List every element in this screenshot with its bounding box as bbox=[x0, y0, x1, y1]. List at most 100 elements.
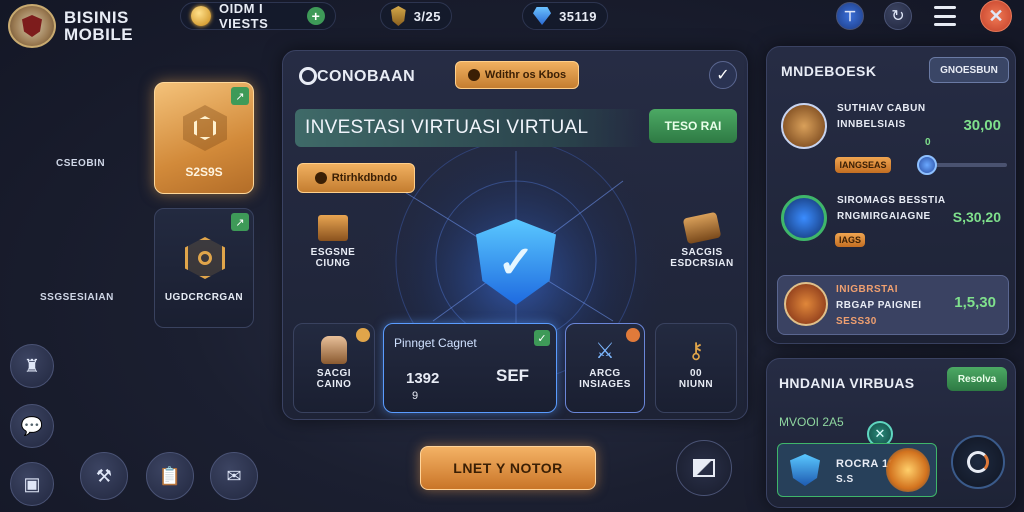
gear-shield-icon bbox=[185, 237, 225, 279]
bottom-right-sub-label: MVOOI 2A5 bbox=[779, 415, 844, 429]
water-drop-icon bbox=[781, 195, 827, 241]
right-item-3-value: 1,5,30 bbox=[954, 294, 996, 311]
coin-badge-icon bbox=[356, 328, 370, 342]
right-item-1-line1: SUTHIAV CABUN bbox=[837, 103, 926, 114]
gem-counter[interactable]: 35119 bbox=[522, 2, 608, 30]
coin-counter[interactable]: OIDM I VIESTS + bbox=[180, 1, 336, 31]
castle-button[interactable]: ♜ bbox=[10, 344, 54, 388]
brand-title-line1: BISINIS bbox=[64, 8, 129, 27]
bottom-right-button[interactable]: Resolva bbox=[947, 367, 1007, 391]
power-dial-icon bbox=[967, 451, 989, 473]
left-item-line1: ESGSNE bbox=[310, 247, 356, 258]
right-item-3-line2: RBGAP PAIGNEI bbox=[836, 300, 922, 311]
inventory-card-3-line2: INSIAGES bbox=[579, 379, 631, 390]
coin-counter-label: OIDM I VIESTS bbox=[219, 1, 269, 31]
shield-emblem-icon bbox=[8, 4, 56, 48]
left-card-dark[interactable]: ↗ UGDCRCRGAN bbox=[154, 208, 254, 328]
inventory-card-4[interactable]: ⚷ 00 NIUNN bbox=[655, 323, 737, 413]
close-button[interactable]: ✕ bbox=[980, 0, 1012, 32]
clipboard-button[interactable]: 📋 bbox=[146, 452, 194, 500]
key-icon: ⚷ bbox=[687, 338, 705, 363]
blue-shield-icon bbox=[790, 454, 820, 486]
right-panel: MNDEBOESK GNOESBUN SUTHIAV CABUN INNBELS… bbox=[766, 46, 1016, 344]
inventory-card-2[interactable]: ✓ Pinnget Cagnet 1392 9 SEF bbox=[383, 323, 557, 413]
right-item-3[interactable]: INIGBRSTAI RBGAP PAIGNEI SESS30 1,5,30 bbox=[777, 275, 1009, 335]
expand-icon[interactable]: ↗ bbox=[231, 213, 249, 231]
chest-icon bbox=[781, 103, 827, 149]
right-item-line1: SACGIS bbox=[681, 247, 723, 258]
sub-tag-label: Rtirhkdbndo bbox=[331, 172, 398, 184]
right-item-2-value: S,30,20 bbox=[952, 209, 1001, 225]
shield-icon bbox=[391, 6, 406, 26]
character-icon bbox=[321, 336, 347, 364]
right-item-1-tag: IANGSEAS bbox=[835, 157, 891, 173]
bottom-right-card[interactable]: ROCRA 1S,20 S.S bbox=[777, 443, 937, 497]
chat-button[interactable]: 💬 bbox=[10, 404, 54, 448]
right-item-1-extra: 0 bbox=[925, 137, 932, 148]
map-button[interactable]: ✉ bbox=[210, 452, 258, 500]
left-card-dark-value: UGDCRCRGAN bbox=[164, 292, 244, 303]
power-button[interactable]: ⊤ bbox=[836, 2, 864, 30]
inventory-card-2-value1: 1392 bbox=[406, 370, 440, 387]
inventory-card-3[interactable]: ⚔ ARCG INSIAGES bbox=[565, 323, 645, 413]
inventory-card-1-line2: CAINO bbox=[316, 379, 352, 390]
shield-badge-icon bbox=[183, 105, 227, 151]
clipboard-icon: 📋 bbox=[158, 466, 182, 486]
main-panel-tag[interactable]: Wdithr os Kbos bbox=[455, 61, 579, 89]
treasure-icon bbox=[784, 282, 828, 326]
tools-button[interactable]: ⚒ bbox=[80, 452, 128, 500]
inventory-card-4-line2: NIUNN bbox=[678, 379, 714, 390]
inventory-card-3-line1: ARCG bbox=[589, 368, 621, 379]
inventory-card-4-line1: 00 bbox=[689, 368, 703, 379]
right-panel-button[interactable]: GNOESBUN bbox=[929, 57, 1009, 83]
right-item-1-value: 30,00 bbox=[963, 117, 1001, 134]
header-button[interactable]: TESO RAI bbox=[649, 109, 737, 143]
panel-logo-icon bbox=[299, 67, 317, 85]
right-panel-title: MNDEBOESK bbox=[781, 63, 877, 79]
add-plus-icon[interactable]: + bbox=[307, 7, 325, 25]
wallet-icon: ▣ bbox=[23, 474, 41, 494]
header-banner: INVESTASI VIRTUASI VIRTUAL bbox=[295, 109, 643, 147]
main-panel-title: CONOBAAN bbox=[317, 68, 416, 85]
scroll-map-icon bbox=[682, 211, 722, 245]
right-item-3-line1: INIGBRSTAI bbox=[836, 284, 899, 295]
tools-icon: ⚒ bbox=[95, 466, 113, 486]
menu-icon[interactable] bbox=[934, 6, 956, 26]
right-item[interactable]: SACGIS ESDCRSIAN bbox=[667, 211, 737, 269]
castle-icon: ♜ bbox=[23, 356, 41, 376]
expand-icon[interactable]: ↗ bbox=[231, 87, 249, 105]
bottom-right-title: HNDANIA VIRBUAS bbox=[779, 375, 915, 391]
slider-knob-icon[interactable] bbox=[917, 155, 937, 175]
inventory-card-1-line1: SACGI bbox=[316, 368, 352, 379]
sub-tag[interactable]: Rtirhkdbndo bbox=[297, 163, 415, 193]
chat-icon: 💬 bbox=[20, 416, 44, 436]
coin-badge-icon bbox=[626, 328, 640, 342]
gem-icon bbox=[533, 7, 552, 25]
gem-counter-value: 35119 bbox=[559, 8, 597, 24]
inventory-card-2-value2: SEF bbox=[496, 366, 530, 385]
power-dial-button[interactable] bbox=[951, 435, 1005, 489]
inventory-card-2-title: Pinnget Cagnet bbox=[394, 336, 477, 350]
left-label-1: CSEOBIN bbox=[56, 158, 106, 169]
primary-action-button[interactable]: LNET Y NOTOR bbox=[420, 446, 596, 490]
header-banner-text: INVESTASI VIRTUASI VIRTUAL bbox=[305, 117, 589, 138]
wallet-button[interactable]: ▣ bbox=[10, 462, 54, 506]
right-item-2-line2: RNGMIRGAIAGNE bbox=[837, 211, 931, 222]
left-item-line2: CIUNG bbox=[315, 258, 351, 269]
shield-counter[interactable]: 3/25 bbox=[380, 2, 452, 30]
inventory-card-2-sub: 9 bbox=[412, 390, 419, 402]
right-item-2[interactable]: SIROMAGS BESSTIA RNGMIRGAIAGNE S,30,20 I… bbox=[777, 187, 1009, 267]
left-card-gold[interactable]: ↗ S2S9S bbox=[154, 82, 254, 194]
check-settings-icon[interactable]: ✓ bbox=[709, 61, 737, 89]
inventory-card-1[interactable]: SACGI CAINO bbox=[293, 323, 375, 413]
progress-slider[interactable] bbox=[927, 163, 1007, 167]
left-item[interactable]: ESGSNE CIUNG bbox=[303, 215, 363, 269]
left-card-gold-value: S2S9S bbox=[185, 165, 223, 179]
info-dot-icon bbox=[314, 172, 327, 184]
right-item-3-tag: SESS30 bbox=[836, 316, 877, 327]
refresh-button[interactable]: ↻ bbox=[884, 2, 912, 30]
right-item-1[interactable]: SUTHIAV CABUN INNBELSIAIS 30,00 0 IANGSE… bbox=[777, 99, 1009, 179]
flag-button[interactable] bbox=[676, 440, 732, 496]
right-item-line2: ESDCRSIAN bbox=[670, 258, 734, 269]
bottom-right-panel: HNDANIA VIRBUAS Resolva MVOOI 2A5 ✕ ROCR… bbox=[766, 358, 1016, 508]
